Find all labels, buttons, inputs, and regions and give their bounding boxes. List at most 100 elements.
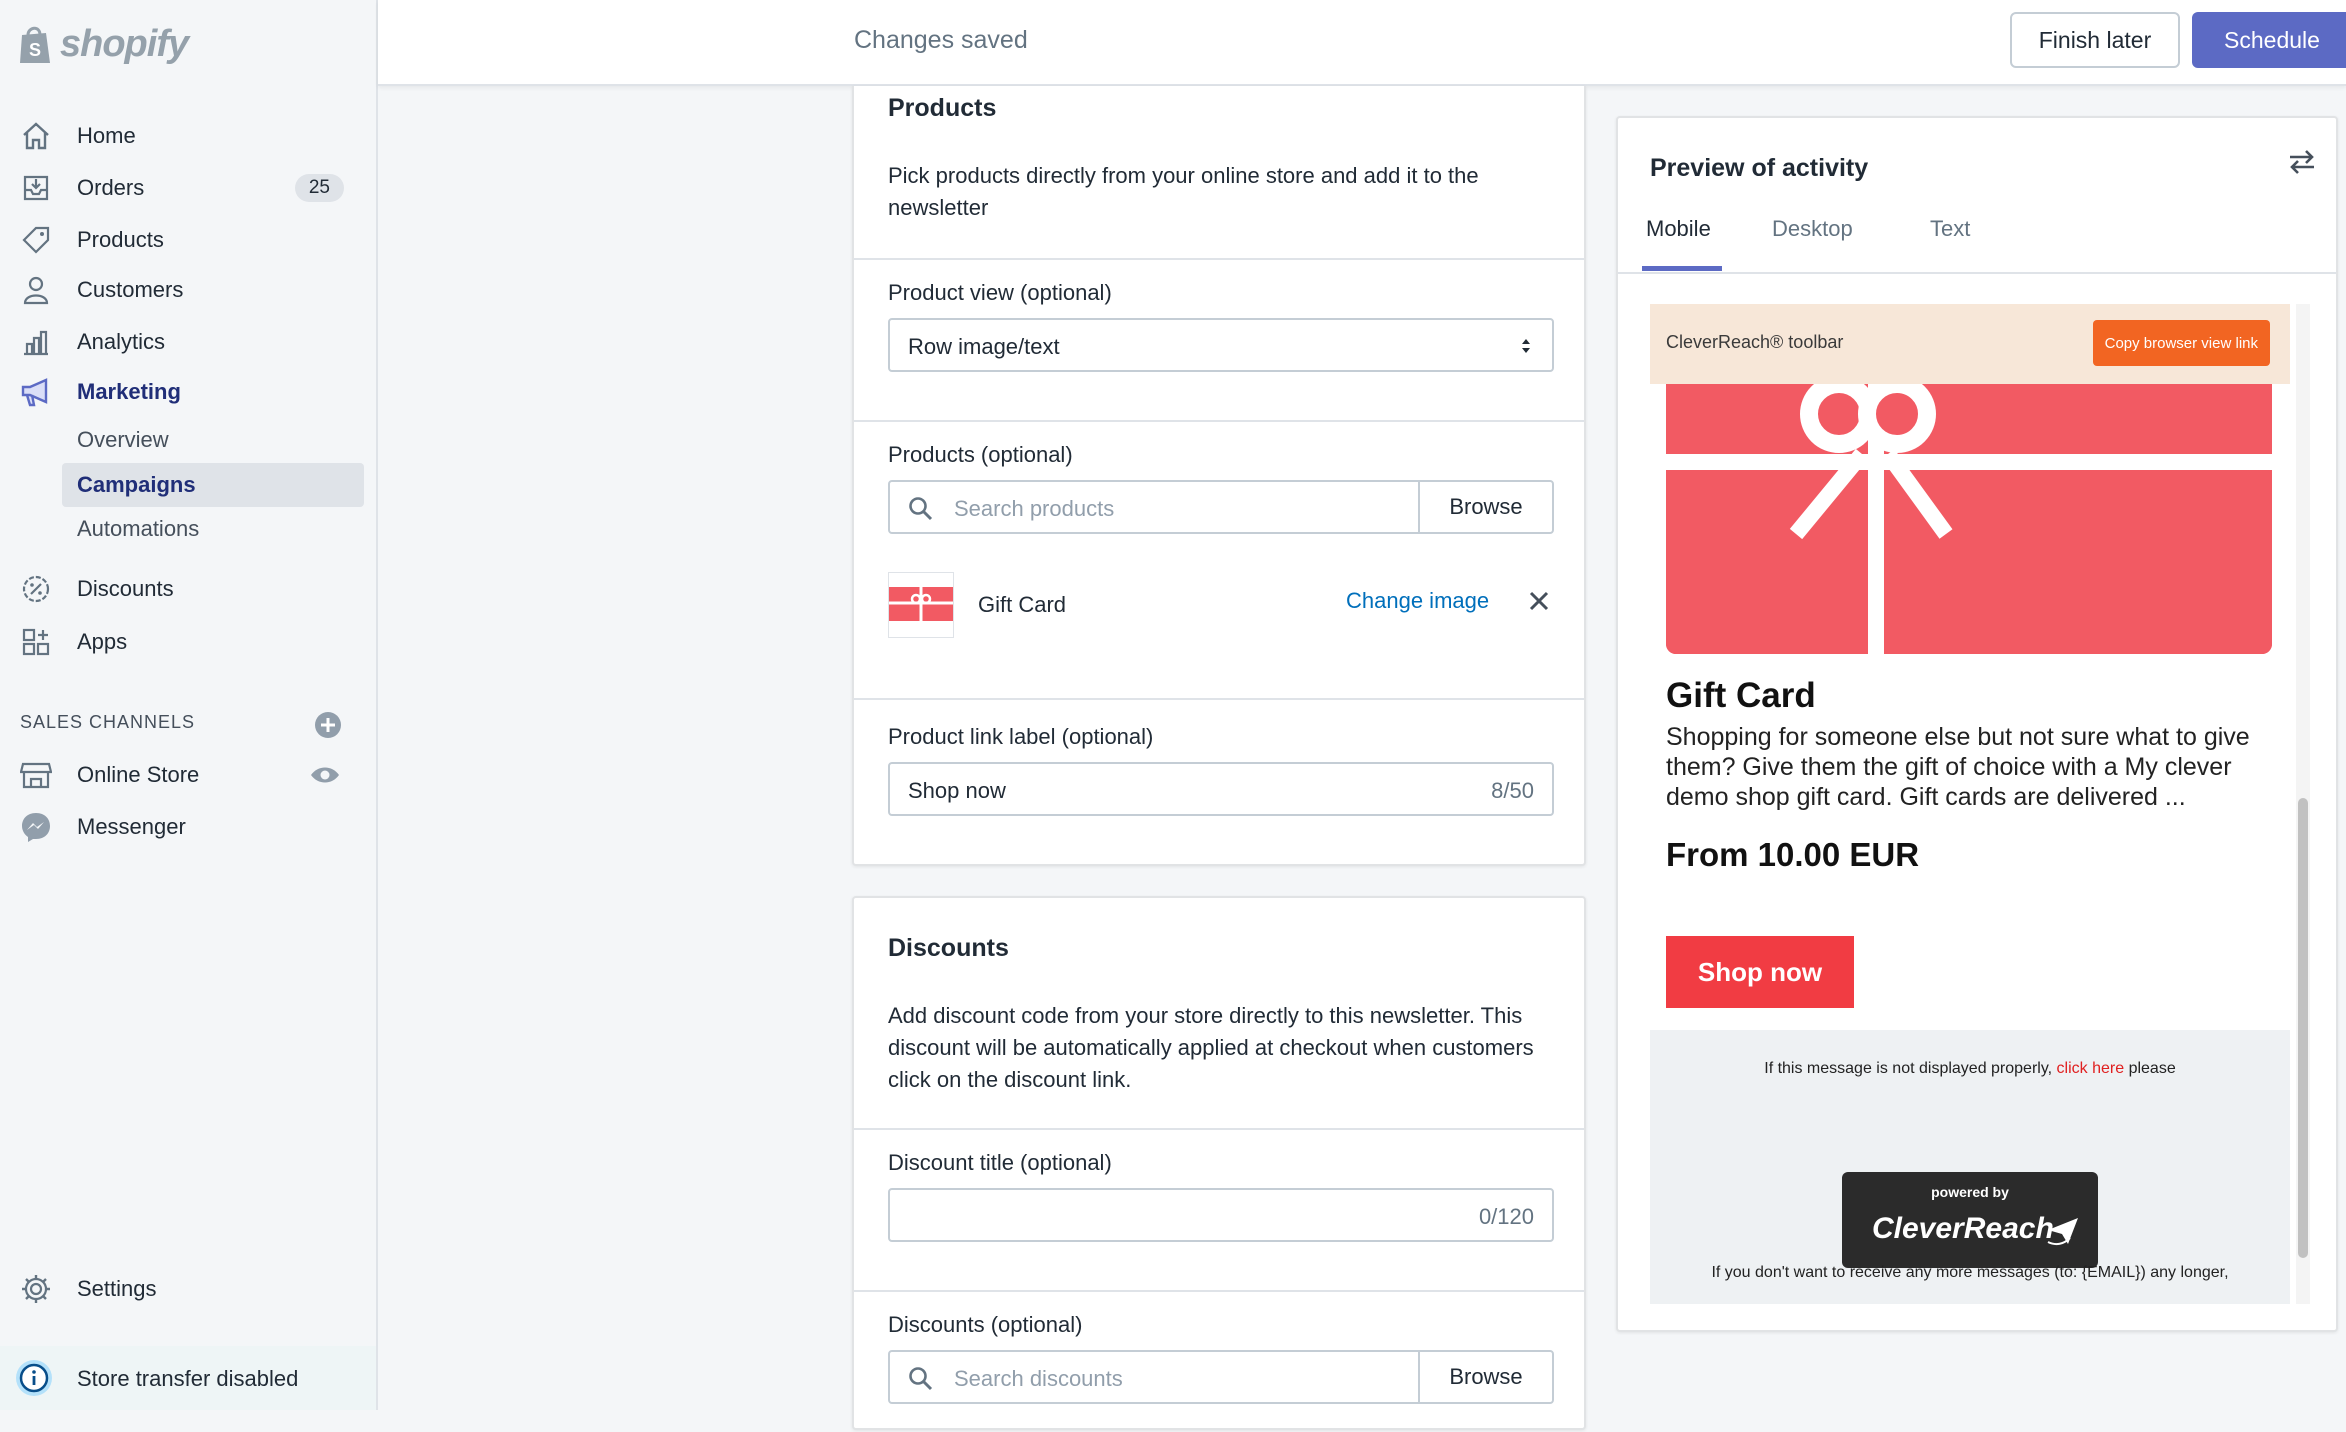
sidebar-item-discounts[interactable]: Discounts [18, 566, 358, 612]
copy-browser-view-link-button[interactable]: Copy browser view link [2092, 320, 2270, 366]
sidebar-item-orders[interactable]: Orders 25 [18, 165, 358, 211]
cleverreach-logo-text: CleverReach [1872, 1212, 2054, 1245]
browse-discounts-button[interactable]: Browse [1418, 1352, 1552, 1402]
email-product-title: Gift Card [1666, 676, 1816, 715]
save-status: Changes saved [854, 26, 1028, 54]
tab-text[interactable]: Text [1930, 216, 1970, 242]
products-select-section: Products (optional) Search products Brow… [854, 422, 1584, 700]
discounts-label: Discounts (optional) [888, 1312, 1083, 1337]
add-channel-icon[interactable] [314, 711, 342, 744]
top-bar: Changes saved Finish later Schedule [378, 0, 2346, 86]
discount-title-input[interactable]: 0/120 [888, 1188, 1554, 1242]
product-view-label: Product view (optional) [888, 280, 1112, 305]
discount-title-label: Discount title (optional) [888, 1150, 1112, 1175]
product-link-section: Product link label (optional) Shop now 8… [854, 700, 1584, 862]
active-tab-indicator [1642, 266, 1722, 271]
email-preview: CleverReach® toolbar Copy browser view l… [1650, 304, 2290, 1304]
discount-title-section: Discount title (optional) 0/120 [854, 1130, 1584, 1292]
sidebar-item-label: Products [77, 227, 164, 252]
product-view-select[interactable]: Row image/text [888, 318, 1554, 372]
product-view-value: Row image/text [908, 334, 1060, 359]
messenger-icon [18, 809, 54, 845]
search-products-input[interactable]: Search products [954, 496, 1114, 522]
sidebar-item-label: Discounts [77, 576, 174, 601]
orders-icon [18, 170, 54, 206]
product-link-counter: 8/50 [1491, 778, 1534, 803]
product-link-label: Product link label (optional) [888, 724, 1154, 749]
megaphone-icon [18, 374, 54, 410]
discounts-select-section: Discounts (optional) Search discounts Br… [854, 1292, 1584, 1432]
select-arrows-icon [1520, 336, 1532, 361]
sidebar-item-label: Home [77, 123, 136, 148]
preview-panel: Preview of activity Mobile Desktop Text … [1616, 116, 2338, 1332]
discounts-card: Discounts Add discount code from your st… [852, 896, 1586, 1430]
footer-notice-pre: If this message is not displayed properl… [1764, 1060, 2053, 1077]
tab-desktop[interactable]: Desktop [1772, 216, 1853, 242]
bar-chart-icon [18, 324, 54, 360]
info-icon [14, 1358, 54, 1403]
email-shop-now-button[interactable]: Shop now [1666, 936, 1854, 1008]
discounts-intro-section: Discounts Add discount code from your st… [854, 898, 1584, 1130]
sidebar-item-label: Orders [77, 175, 145, 200]
sidebar: S shopify Home Orders 25 Products Custom… [0, 0, 378, 1410]
sidebar-item-label: Marketing [77, 379, 181, 404]
sidebar-item-products[interactable]: Products [18, 217, 358, 263]
preview-title: Preview of activity [1650, 154, 1869, 182]
click-here-link[interactable]: click here [2057, 1060, 2125, 1077]
shopify-wordmark: shopify [60, 22, 189, 65]
store-transfer-banner: Store transfer disabled [0, 1346, 376, 1410]
sidebar-item-label: Settings [77, 1276, 157, 1301]
sidebar-subitem-label: Automations [77, 516, 200, 541]
sales-channels-heading: SALES CHANNELS [20, 712, 196, 732]
svg-text:S: S [29, 40, 41, 60]
tag-icon [18, 222, 54, 258]
sidebar-item-messenger[interactable]: Messenger [18, 804, 358, 850]
search-icon [908, 496, 934, 527]
eye-icon[interactable] [310, 765, 340, 790]
sidebar-subitem-label: Overview [77, 427, 169, 452]
sidebar-item-online-store[interactable]: Online Store [18, 752, 358, 798]
footer-notice-post: please [2128, 1060, 2176, 1077]
powered-by-cleverreach-badge[interactable]: powered by CleverReach [1842, 1172, 2098, 1268]
gear-icon [18, 1271, 54, 1307]
sidebar-item-customers[interactable]: Customers [18, 267, 358, 313]
sidebar-subitem-campaigns[interactable]: Campaigns [62, 463, 364, 507]
product-link-input[interactable]: Shop now 8/50 [888, 762, 1554, 816]
sidebar-item-marketing[interactable]: Marketing [18, 369, 358, 415]
products-card: Products Pick products directly from you… [852, 86, 1586, 866]
sidebar-item-home[interactable]: Home [18, 113, 358, 159]
shopify-logo[interactable]: S shopify [18, 14, 189, 74]
browse-products-button[interactable]: Browse [1418, 482, 1552, 532]
remove-product-close-icon[interactable] [1528, 590, 1550, 617]
sidebar-subitem-automations[interactable]: Automations [62, 507, 364, 551]
discount-icon [18, 571, 54, 607]
sidebar-item-analytics[interactable]: Analytics [18, 319, 358, 365]
search-discounts-input[interactable]: Search discounts [954, 1366, 1123, 1392]
discount-search: Search discounts Browse [888, 1350, 1554, 1404]
finish-later-button[interactable]: Finish later [2010, 12, 2180, 68]
product-name: Gift Card [978, 592, 1067, 617]
sidebar-item-label: Analytics [77, 329, 166, 354]
schedule-button[interactable]: Schedule [2192, 12, 2346, 68]
home-icon [18, 118, 54, 154]
store-icon [18, 757, 54, 793]
apps-icon [18, 624, 54, 660]
discounts-heading: Discounts [888, 934, 1009, 962]
gift-card-thumbnail [888, 572, 954, 638]
discounts-description: Add discount code from your store direct… [888, 1003, 1534, 1092]
sidebar-item-label: Apps [77, 629, 128, 654]
tab-mobile[interactable]: Mobile [1646, 216, 1711, 242]
preview-scrollbar-thumb[interactable] [2298, 798, 2308, 1258]
email-footer-notice: If this message is not displayed properl… [1650, 1060, 2290, 1078]
change-image-link[interactable]: Change image [1346, 588, 1489, 614]
sidebar-item-settings[interactable]: Settings [18, 1266, 358, 1312]
sidebar-subitem-overview[interactable]: Overview [62, 418, 364, 462]
product-search: Search products Browse [888, 480, 1554, 534]
sidebar-subitem-label: Campaigns [77, 472, 196, 497]
paper-plane-icon [2046, 1216, 2080, 1251]
swap-arrows-icon[interactable] [2286, 146, 2318, 183]
person-icon [18, 272, 54, 308]
sidebar-item-apps[interactable]: Apps [18, 619, 358, 665]
sidebar-item-label: Online Store [77, 762, 200, 787]
email-product-description: Shopping for someone else but not sure w… [1666, 723, 2250, 811]
